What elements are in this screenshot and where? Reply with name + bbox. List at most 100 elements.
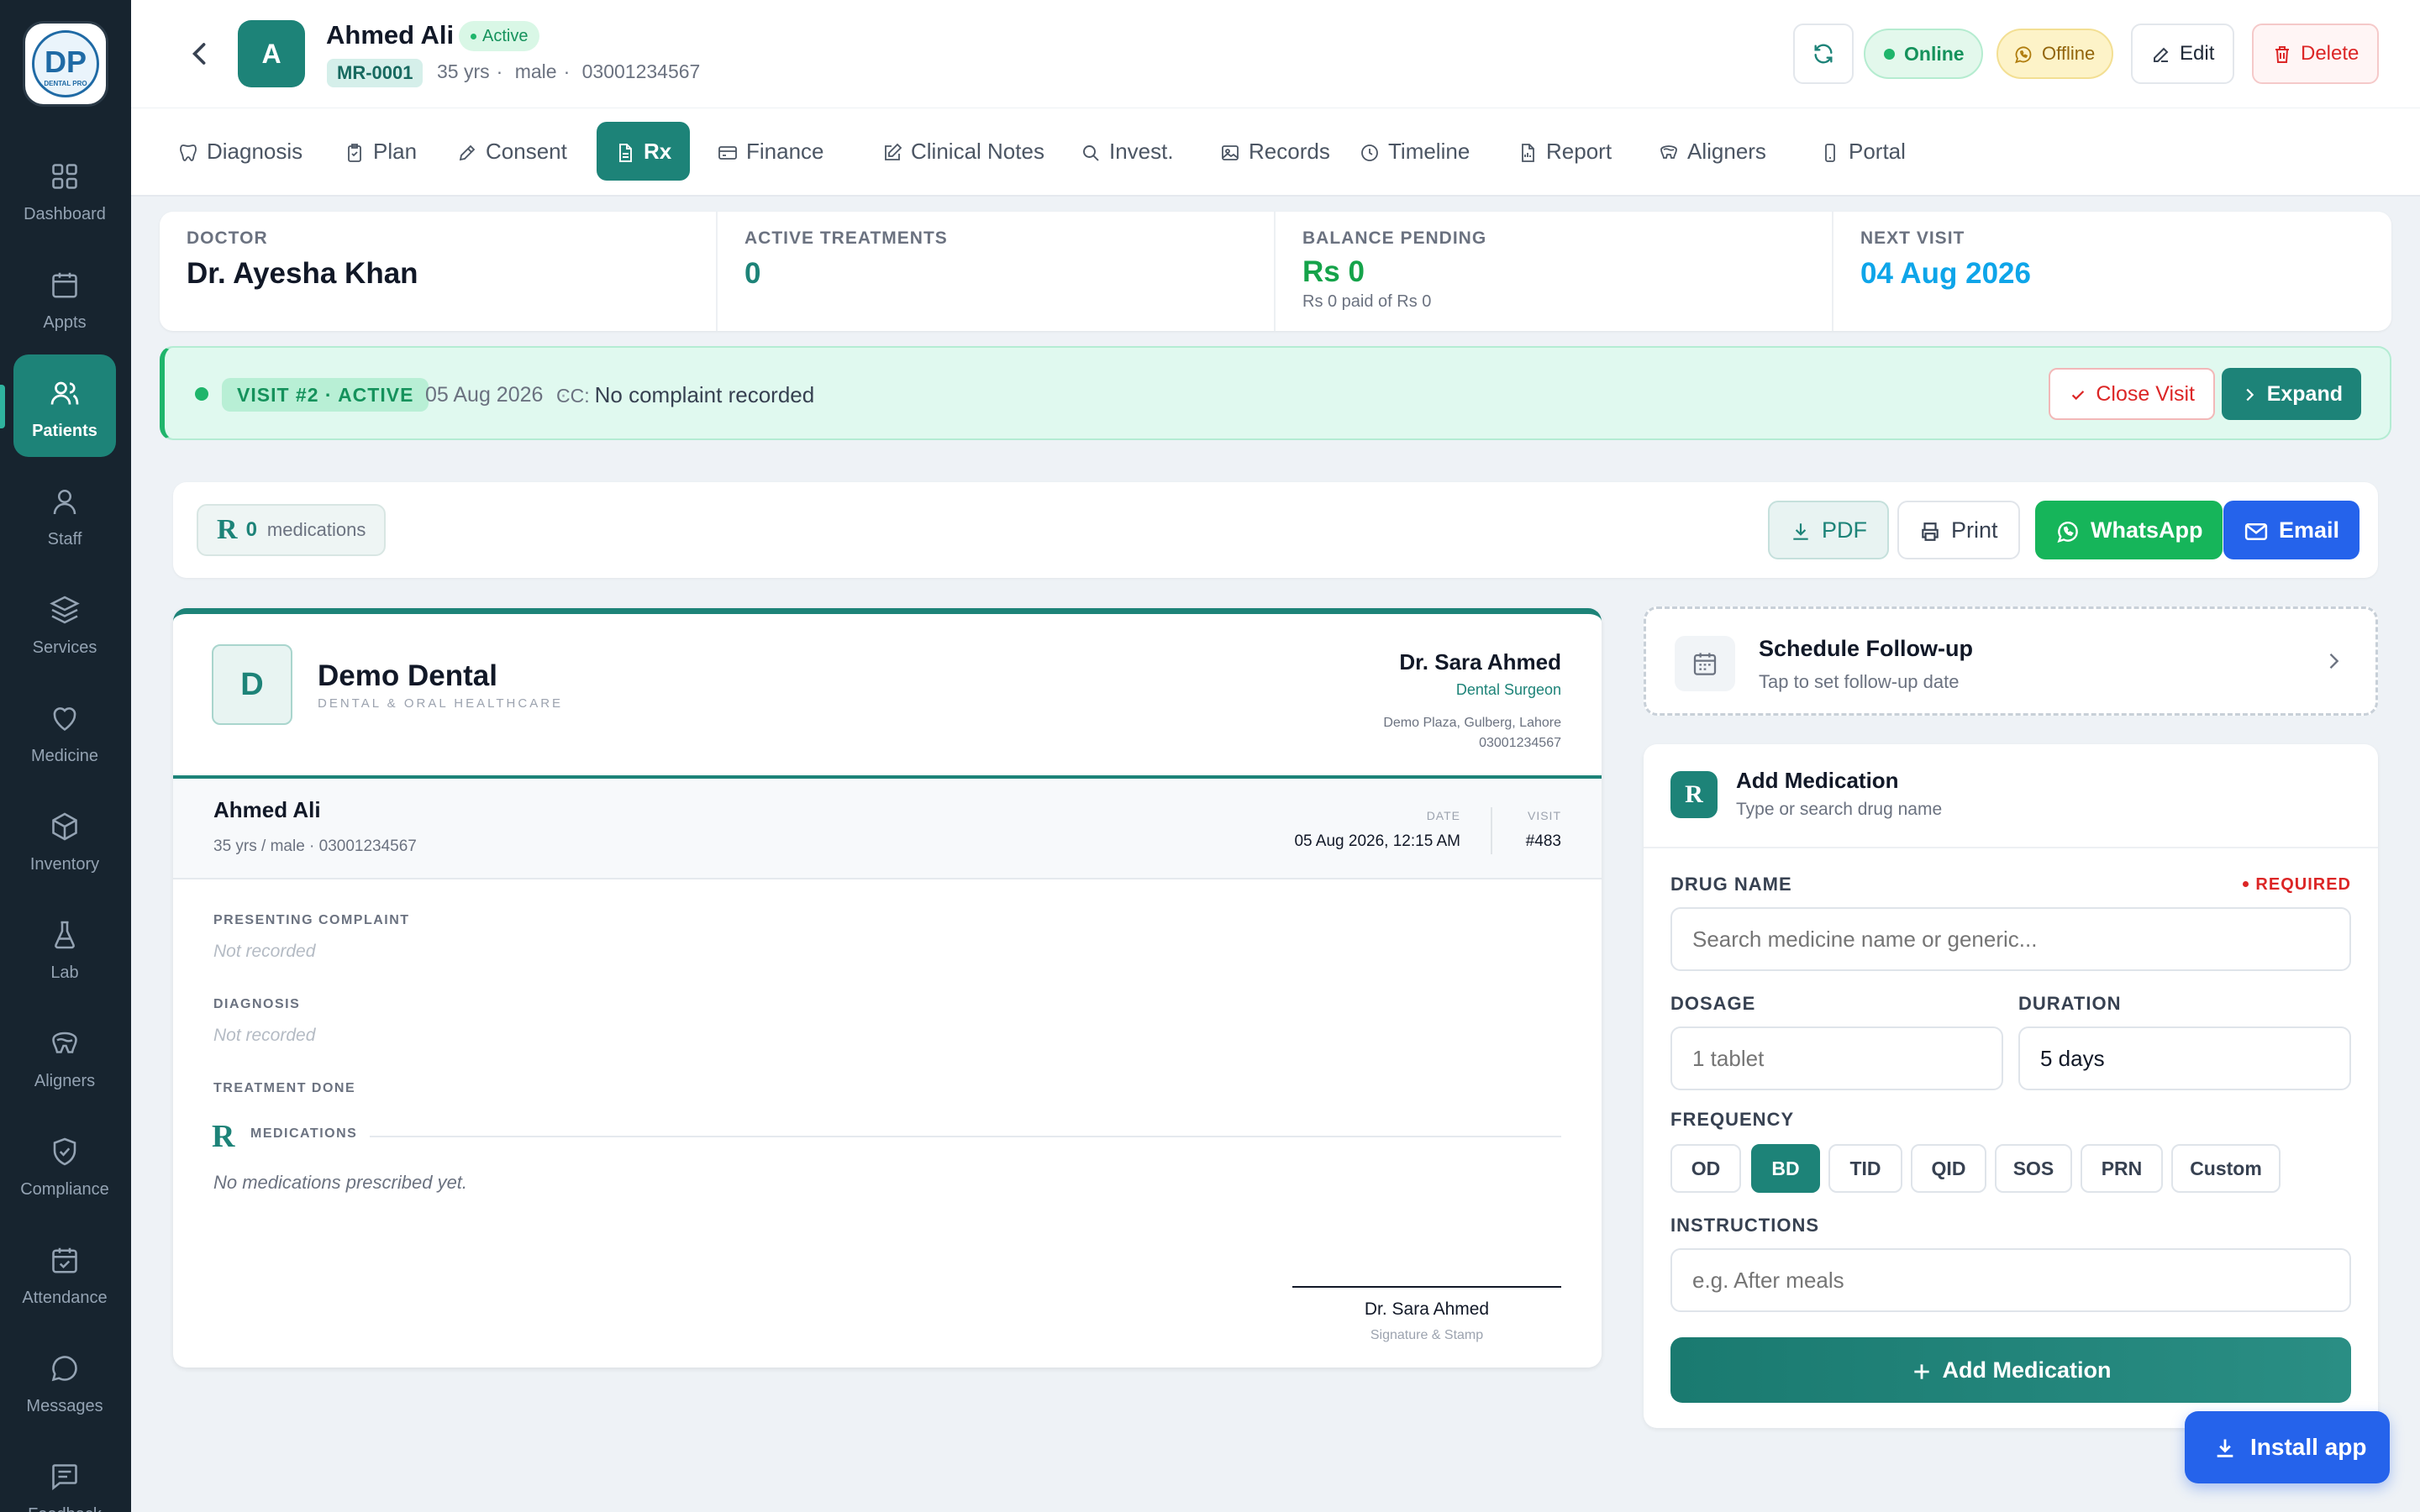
frequency-option-sos[interactable]: SOS [1995, 1144, 2072, 1193]
patient-gender: male [514, 60, 557, 82]
clinic-logo: D [212, 644, 292, 725]
stat-value: 04 Aug 2026 [1860, 257, 2031, 290]
tab-finance[interactable]: Finance [699, 122, 833, 181]
cc-label: CC: [556, 385, 590, 407]
tab-rx[interactable]: Rx [597, 122, 691, 181]
printer-icon [1922, 522, 1939, 541]
medications-label: MEDICATIONS [250, 1126, 358, 1141]
medication-count: 0 [245, 518, 257, 541]
print-label: Print [1951, 517, 1998, 543]
rx-icon: R [1670, 771, 1718, 818]
feedback-icon [52, 1464, 77, 1491]
stat-label: BALANCE PENDING [1302, 228, 1487, 248]
doctor-name: Dr. Sara Ahmed [1399, 649, 1561, 675]
frequency-option-qid[interactable]: QID [1911, 1144, 1986, 1193]
followup-wrapper: Schedule Follow-up Tap to set follow-up … [1644, 606, 2420, 716]
instructions-input[interactable] [1670, 1248, 2351, 1312]
tab-label: Records [1249, 139, 1330, 164]
tab-label: Report [1546, 139, 1612, 164]
nav-appts[interactable]: Appts [13, 246, 116, 349]
whatsapp-button[interactable]: WhatsApp [2035, 501, 2223, 559]
print-button[interactable]: Print [1897, 501, 2020, 559]
patient-age: 35 yrs [437, 60, 490, 82]
add-medication-title: Add Medication [1736, 768, 1899, 793]
clinic-address-block: Demo Plaza, Gulberg, Lahore 03001234567 [1383, 713, 1561, 753]
frequency-option-prn[interactable]: PRN [2081, 1144, 2163, 1193]
box-icon [52, 812, 77, 841]
close-visit-button[interactable]: Close Visit [2049, 368, 2215, 420]
nav-inventory[interactable]: Inventory [13, 788, 116, 890]
tab-aligners[interactable]: Aligners [1640, 122, 1775, 181]
tab-records[interactable]: Records [1202, 122, 1339, 181]
nav-feedback[interactable]: Feedback [13, 1438, 116, 1512]
calendar-icon [1693, 653, 1717, 675]
download-icon [1793, 523, 1808, 540]
nav-aligners[interactable]: Aligners [13, 1005, 116, 1107]
tab-invest[interactable]: Invest. [1062, 122, 1182, 181]
frequency-option-custom[interactable]: Custom [2171, 1144, 2281, 1193]
cc-value: No complaint recorded [594, 382, 815, 407]
tab-label: Timeline [1388, 139, 1470, 164]
patient-name: Ahmed Ali [326, 20, 455, 50]
visit-date-value: 05 Aug 2026 [425, 383, 544, 407]
user-icon [53, 489, 76, 515]
rx-divider [1491, 807, 1492, 854]
tab-plan[interactable]: Plan [326, 122, 425, 181]
duration-input[interactable] [2018, 1026, 2351, 1090]
frequency-option-od[interactable]: OD [1670, 1144, 1741, 1193]
nav-attendance[interactable]: Attendance [13, 1221, 116, 1324]
clinic-address: Demo Plaza, Gulberg, Lahore [1383, 716, 1561, 730]
offline-toggle[interactable]: Offline [1996, 29, 2114, 79]
edit-button[interactable]: Edit [2131, 24, 2235, 84]
delete-button[interactable]: Delete [2252, 24, 2380, 84]
schedule-followup-card[interactable]: Schedule Follow-up Tap to set follow-up … [1644, 606, 2378, 716]
tab-timeline[interactable]: Timeline [1341, 122, 1478, 181]
rx-icon: R [217, 514, 238, 545]
whatsapp-label: WhatsApp [2091, 517, 2203, 543]
visit-badge: VISIT #2 · ACTIVE [222, 378, 429, 412]
nav-medicine[interactable]: Medicine [13, 680, 116, 782]
stat-value: Dr. Ayesha Khan [187, 257, 418, 290]
online-label: Online [1904, 43, 1965, 65]
meta-dot: · [563, 60, 571, 82]
app-logo[interactable]: DP DENTAL PRO [25, 24, 106, 104]
nav-staff[interactable]: Staff [13, 463, 116, 565]
refresh-button[interactable] [1793, 24, 1854, 84]
nav-label: Messages [26, 1397, 103, 1415]
nav-lab[interactable]: Lab [13, 896, 116, 999]
nav-services[interactable]: Services [13, 571, 116, 674]
pdf-button[interactable]: PDF [1768, 501, 1889, 559]
back-arrow-icon[interactable] [182, 35, 218, 72]
frequency-option-bd[interactable]: BD [1751, 1144, 1820, 1193]
nav-messages[interactable]: Messages [13, 1330, 116, 1432]
expand-visit-button[interactable]: Expand [2221, 368, 2361, 420]
tab-clinical-notes[interactable]: Clinical Notes [864, 122, 1053, 181]
nav-dashboard[interactable]: Dashboard [13, 138, 116, 240]
tab-consent[interactable]: Consent [439, 122, 576, 181]
online-toggle[interactable]: Online [1864, 29, 1983, 79]
nav-compliance[interactable]: Compliance [13, 1113, 116, 1215]
tab-diagnosis[interactable]: Diagnosis [160, 122, 311, 181]
stat-label: NEXT VISIT [1860, 228, 1965, 248]
nav-patients[interactable]: Patients [13, 354, 116, 457]
tab-report[interactable]: Report [1499, 122, 1620, 181]
calendar-check-icon [52, 1247, 77, 1273]
complaint-label: PRESENTING COMPLAINT [213, 913, 410, 927]
prescription-patient-row: Ahmed Ali 35 yrs / male · 03001234567 DA… [173, 775, 1602, 879]
pdf-label: PDF [1822, 517, 1867, 543]
install-app-button[interactable]: Install app [2185, 1411, 2390, 1483]
chevron-right-icon [2246, 389, 2254, 402]
email-button[interactable]: Email [2223, 501, 2360, 559]
search-icon [1083, 145, 1099, 161]
frequency-option-tid[interactable]: TID [1828, 1144, 1902, 1193]
calendar-icon [52, 272, 77, 298]
mrn-badge: MR-0001 [327, 59, 424, 87]
dosage-input[interactable] [1670, 1026, 2003, 1090]
add-medication-button[interactable]: Add Medication [1670, 1337, 2351, 1403]
install-label: Install app [2250, 1434, 2367, 1460]
offline-label: Offline [2042, 43, 2096, 64]
aligner-icon [1660, 145, 1677, 159]
tab-label: Finance [746, 139, 824, 164]
tab-portal[interactable]: Portal [1802, 122, 1914, 181]
drug-name-input[interactable] [1670, 907, 2351, 971]
